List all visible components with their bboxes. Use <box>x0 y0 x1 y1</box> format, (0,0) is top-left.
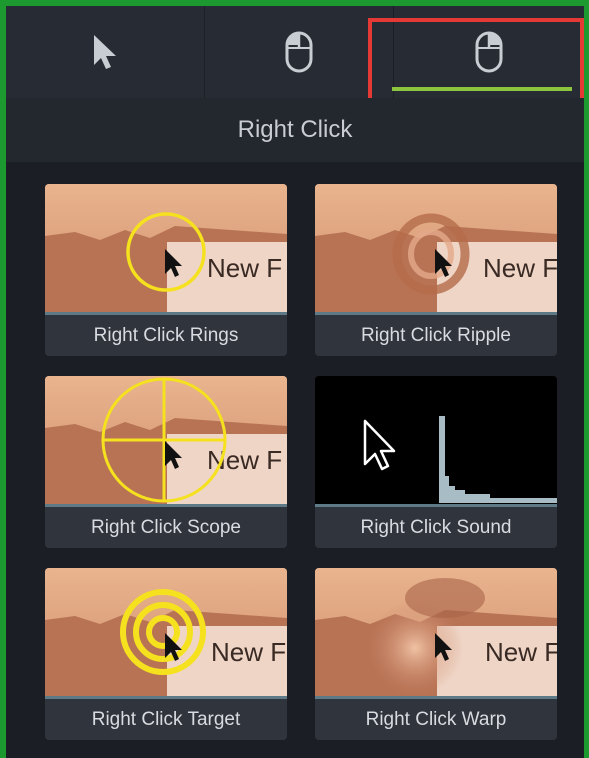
preview-text: New F <box>485 637 557 667</box>
effect-label: Right Click Target <box>91 708 241 730</box>
effect-label: Right Click Scope <box>91 516 241 538</box>
effect-label: Right Click Rings <box>93 324 239 346</box>
effect-card-target[interactable]: New F Right Click Target <box>45 568 287 740</box>
effect-card-rings[interactable]: New F Right Click Rings <box>45 184 287 356</box>
effect-card-scope[interactable]: New F Right Click Scope <box>45 376 287 548</box>
effect-card-sound[interactable]: Right Click Sound <box>315 376 557 548</box>
effects-grid: New F Right Click Rings New F Right Clic… <box>6 162 584 758</box>
tab-left-click-effects[interactable] <box>205 6 394 98</box>
effect-label: Right Click Warp <box>365 708 507 730</box>
effect-preview-target: New F <box>45 568 287 699</box>
preview-text: New F <box>207 253 282 283</box>
tab-cursor-effects[interactable] <box>6 6 205 98</box>
effect-card-warp[interactable]: New F Right Click Warp <box>315 568 557 740</box>
effect-label: Right Click Sound <box>360 516 512 538</box>
effect-preview-warp: New F <box>315 568 557 699</box>
effect-preview-sound <box>315 376 557 507</box>
effect-preview-rings: New F <box>45 184 287 315</box>
effect-preview-ripple: New F <box>315 184 557 315</box>
section-title: Right Click <box>6 98 584 162</box>
effect-label: Right Click Ripple <box>361 324 511 346</box>
section-title-text: Right Click <box>237 116 353 143</box>
preview-text: New F <box>483 253 557 283</box>
cursor-arrow-icon <box>94 35 116 69</box>
preview-text: New F <box>211 637 286 667</box>
selected-tab-highlight <box>368 18 584 110</box>
effect-card-ripple[interactable]: New F Right Click Ripple <box>315 184 557 356</box>
mouse-left-click-icon <box>285 31 313 73</box>
effect-preview-scope: New F <box>45 376 287 507</box>
